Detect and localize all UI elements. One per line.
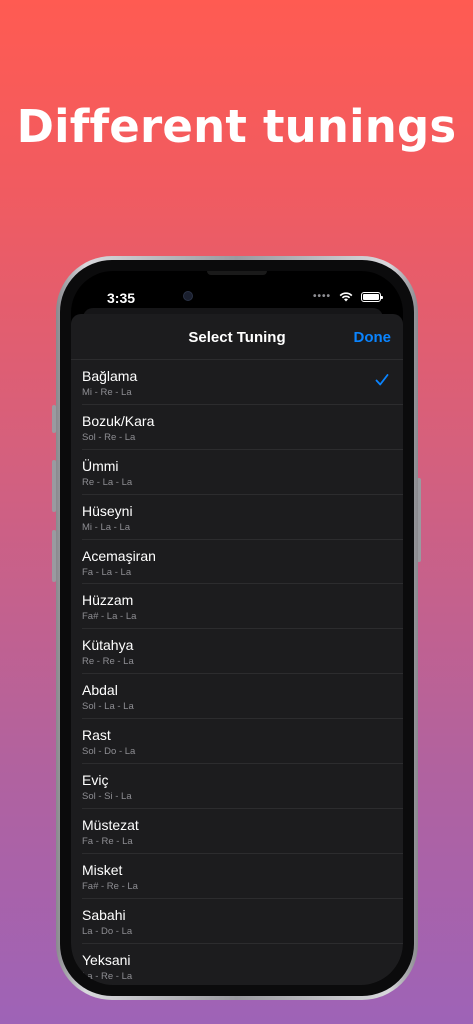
tuning-row-huseyni[interactable]: Hüseyni Mi - La - La [71, 495, 403, 540]
tuning-name: Kütahya [82, 637, 134, 654]
tuning-notes: Mi - La - La [82, 521, 131, 533]
status-icons: •••• [312, 291, 383, 302]
tuning-notes: Sol - Do - La [82, 746, 136, 758]
tuning-name: Eviç [82, 772, 109, 789]
tuning-notes: La - Do - La [82, 925, 133, 937]
tuning-row-mustezat[interactable]: Müstezat Fa - Re - La [71, 809, 403, 854]
checkmark-icon [375, 374, 389, 386]
tuning-name: Sabahi [82, 906, 126, 923]
tuning-row-acemasiran[interactable]: Acemaşiran Fa - La - La [71, 540, 403, 585]
tuning-name: Misket [82, 861, 123, 878]
battery-level [363, 293, 379, 300]
tuning-list: Bağlama Mi - Re - La Bozuk/Kara Sol - Re… [71, 360, 403, 985]
tuning-row-ummi[interactable]: Ümmi Re - La - La [71, 450, 403, 495]
tuning-notes: La - Re - La [82, 970, 133, 982]
tuning-row-bozuk-kara[interactable]: Bozuk/Kara Sol - Re - La [71, 405, 403, 450]
tuning-name: Yeksani [82, 951, 131, 968]
tuning-row-abdal[interactable]: Abdal Sol - La - La [71, 674, 403, 720]
tuning-name: Abdal [82, 682, 118, 699]
tuning-name: Hüseyni [82, 502, 133, 519]
headline: Different tunings [16, 100, 457, 153]
front-camera-icon [183, 291, 193, 301]
tuning-notes: Sol - Si - La [82, 791, 132, 803]
tuning-notes: Fa - Re - La [82, 835, 133, 847]
tuning-name: Acemaşiran [82, 547, 156, 564]
done-button[interactable]: Done [354, 329, 392, 346]
phone-bezel: 3:35 •••• Select Tuning Done Bağlama Mi … [60, 260, 414, 996]
phone-screen: 3:35 •••• Select Tuning Done Bağlama Mi … [71, 271, 403, 985]
tuning-row-rast[interactable]: Rast Sol - Do - La [71, 719, 403, 764]
tuning-name: Rast [82, 727, 111, 744]
tuning-row-sabahi[interactable]: Sabahi La - Do - La [71, 899, 403, 944]
tuning-notes: Fa# - La - La [82, 611, 137, 623]
tuning-notes: Sol - Re - La [82, 431, 136, 443]
tuning-row-yeksani[interactable]: Yeksani La - Re - La [71, 944, 403, 985]
tuning-name: Bozuk/Kara [82, 412, 155, 429]
status-time: 3:35 [107, 290, 136, 306]
tuning-row-baglama[interactable]: Bağlama Mi - Re - La [71, 360, 403, 405]
tuning-row-evic[interactable]: Eviç Sol - Si - La [71, 764, 403, 809]
tuning-notes: Re - Re - La [82, 656, 134, 668]
tuning-name: Hüzzam [82, 592, 134, 609]
battery-icon [361, 291, 383, 302]
tuning-name: Ümmi [82, 457, 119, 474]
tuning-row-huzzam[interactable]: Hüzzam Fa# - La - La [71, 584, 403, 630]
tuning-notes: Mi - Re - La [82, 387, 132, 398]
cellular-signal-icon: •••• [312, 291, 331, 302]
speaker-notch [207, 271, 267, 275]
tuning-sheet: Select Tuning Done Bağlama Mi - Re - La … [71, 314, 403, 985]
tuning-notes: Fa# - Re - La [82, 880, 138, 892]
phone-frame: 3:35 •••• Select Tuning Done Bağlama Mi … [56, 256, 418, 1000]
tuning-notes: Sol - La - La [82, 701, 134, 713]
tuning-name: Bağlama [82, 368, 138, 384]
nav-bar: Select Tuning Done [71, 314, 403, 360]
wifi-icon [339, 292, 353, 302]
tuning-notes: Fa - La - La [82, 566, 132, 578]
tuning-name: Müstezat [82, 816, 139, 833]
tuning-notes: Re - La - La [82, 476, 133, 488]
tuning-row-misket[interactable]: Misket Fa# - Re - La [71, 854, 403, 899]
tuning-row-kutahya[interactable]: Kütahya Re - Re - La [71, 629, 403, 675]
